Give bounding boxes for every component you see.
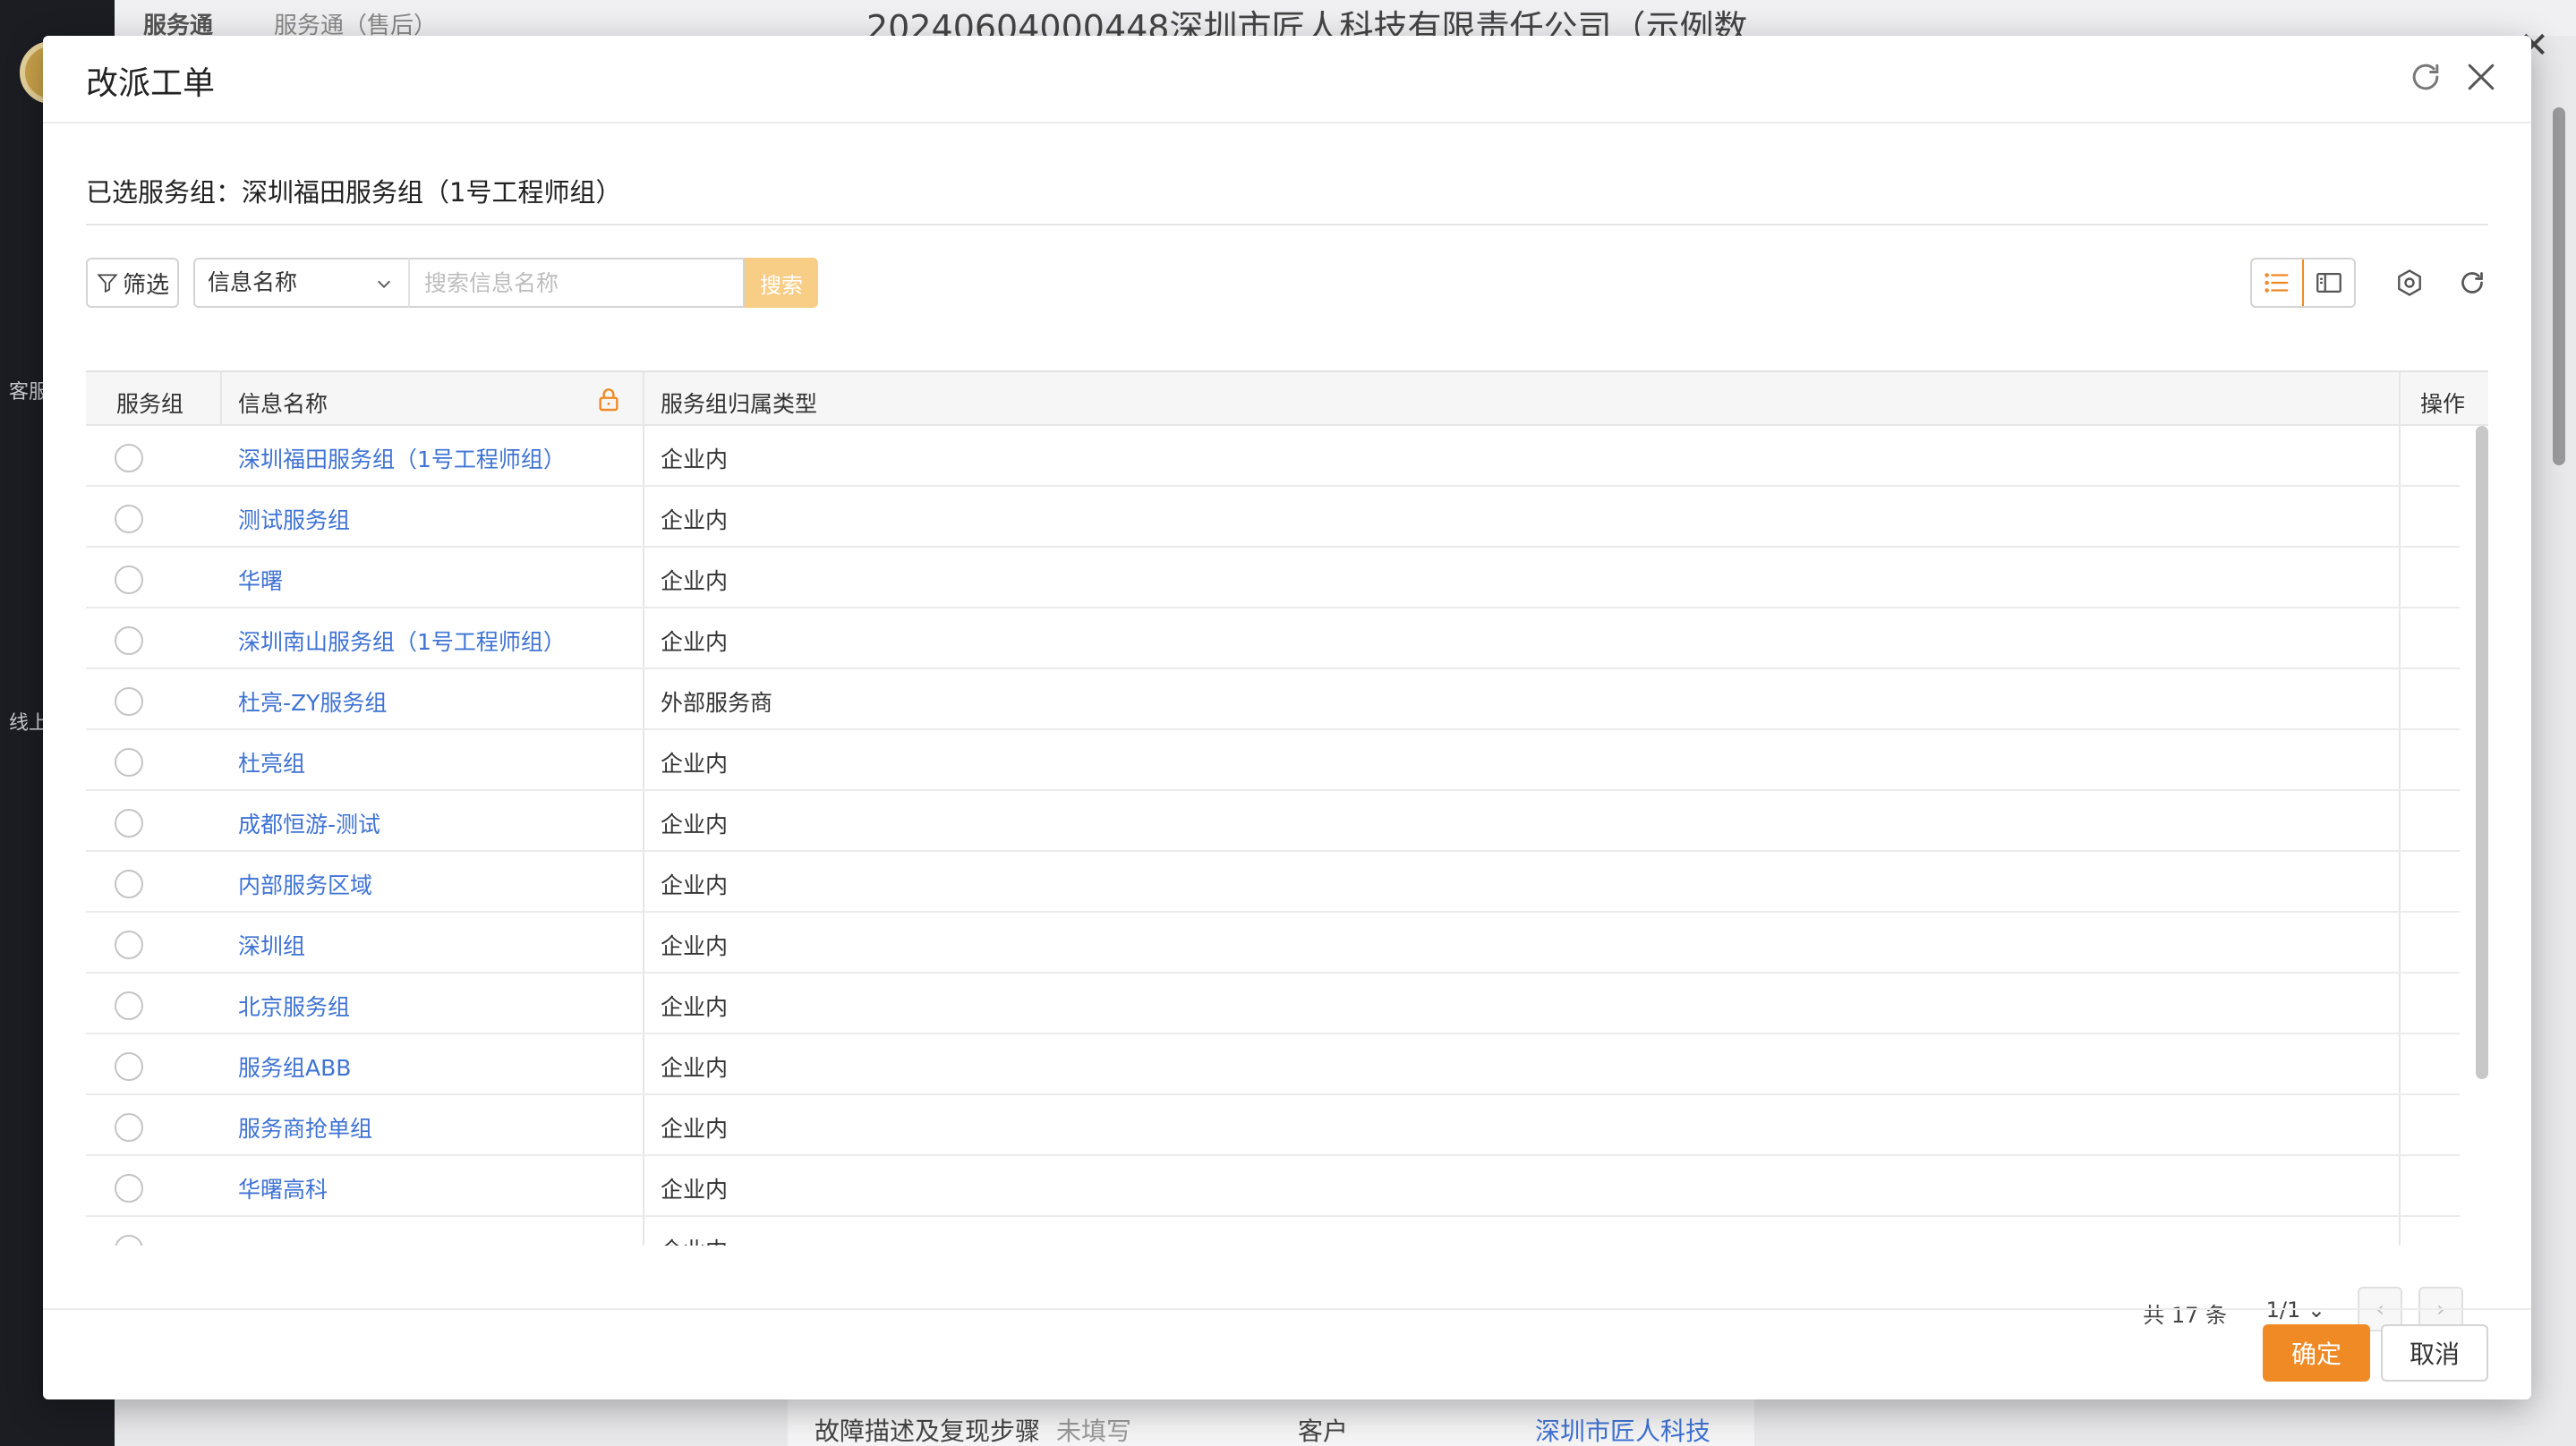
refresh-icon[interactable] — [2406, 57, 2445, 97]
table-row[interactable]: 杜亮组 企业内 — [86, 730, 2460, 791]
row-name-link[interactable]: 测试服务组 — [238, 503, 350, 535]
row-group-type: 企业内 — [661, 1233, 728, 1246]
row-radio[interactable] — [115, 1174, 143, 1203]
row-radio[interactable] — [115, 1235, 143, 1246]
row-name-link[interactable]: 内部服务区域 — [238, 868, 372, 900]
row-radio[interactable] — [115, 505, 143, 533]
selected-group-line: 已选服务组：深圳福田服务组（1号工程师组） — [86, 172, 621, 209]
table-row[interactable]: 企业内 — [86, 1217, 2460, 1246]
row-group-type: 企业内 — [661, 994, 729, 1020]
cancel-button[interactable]: 取消 — [2381, 1324, 2488, 1382]
selected-group-label: 已选服务组： — [86, 177, 243, 208]
row-name-link[interactable]: 服务组ABB — [238, 1050, 351, 1083]
row-name-link[interactable]: 深圳南山服务组（1号工程师组） — [238, 625, 566, 657]
table-row[interactable]: 服务组ABB 企业内 — [86, 1034, 2460, 1095]
modal-title: 改派工单 — [86, 65, 216, 102]
row-group-type: 企业内 — [661, 872, 729, 898]
row-name-link[interactable]: 华曙 — [238, 564, 283, 596]
close-icon[interactable] — [2461, 57, 2501, 97]
row-radio[interactable] — [115, 626, 143, 655]
table-row[interactable]: 华曙 企业内 — [86, 548, 2460, 608]
filter-label: 筛选 — [122, 270, 169, 298]
row-radio[interactable] — [115, 1052, 143, 1081]
table-scrollbar[interactable] — [2476, 426, 2488, 1079]
row-group-type: 企业内 — [661, 812, 729, 838]
row-radio[interactable] — [115, 1113, 143, 1142]
table-row[interactable]: 北京服务组 企业内 — [86, 974, 2460, 1034]
row-name-link[interactable]: 杜亮组 — [238, 746, 305, 778]
search-button[interactable]: 搜索 — [745, 258, 818, 308]
row-group-type: 企业内 — [661, 447, 729, 472]
filter-button[interactable]: 筛选 — [86, 258, 179, 308]
row-radio[interactable] — [115, 566, 143, 594]
table-row[interactable]: 深圳南山服务组（1号工程师组） 企业内 — [86, 608, 2460, 669]
row-radio[interactable] — [115, 991, 143, 1020]
modal-header: 改派工单 — [43, 36, 2531, 123]
split-panel-icon — [2316, 272, 2341, 293]
selected-group-value: 深圳福田服务组（1号工程师组） — [242, 177, 622, 208]
row-group-type: 企业内 — [661, 933, 729, 959]
row-name-link[interactable]: 北京服务组 — [238, 990, 350, 1022]
search-input[interactable] — [408, 258, 745, 308]
row-name-link[interactable]: 杜亮-ZY服务组 — [238, 685, 387, 718]
search-field-select[interactable]: 信息名称 — [193, 258, 408, 308]
search-field-value: 信息名称 — [208, 269, 298, 295]
row-group-type: 企业内 — [661, 1055, 729, 1081]
settings-icon[interactable] — [2393, 267, 2426, 299]
row-name-link[interactable]: 深圳组 — [238, 929, 305, 961]
table-row[interactable]: 深圳组 企业内 — [86, 913, 2460, 974]
row-group-type: 外部服务商 — [661, 690, 773, 716]
row-radio[interactable] — [115, 748, 143, 777]
row-radio[interactable] — [115, 931, 143, 959]
table-row[interactable]: 测试服务组 企业内 — [86, 487, 2460, 548]
reload-icon[interactable] — [2456, 267, 2488, 299]
column-separator — [220, 372, 222, 426]
toolbar: 筛选 信息名称 搜索 — [86, 258, 2488, 308]
row-group-type: 企业内 — [661, 507, 729, 533]
table-row[interactable]: 内部服务区域 企业内 — [86, 852, 2460, 913]
list-view-button[interactable] — [2252, 259, 2304, 306]
row-radio[interactable] — [115, 870, 143, 898]
row-radio[interactable] — [115, 444, 143, 472]
confirm-button[interactable]: 确定 — [2263, 1324, 2370, 1382]
background-topbar: 服务通 服务通（售后） 20240604000448深圳市匠人科技有限责任公司（… — [115, 0, 2576, 47]
row-group-type: 企业内 — [661, 1116, 729, 1142]
row-radio[interactable] — [115, 687, 143, 716]
header-info-name[interactable]: 信息名称 — [238, 387, 328, 419]
table-row[interactable]: 服务商抢单组 企业内 — [86, 1095, 2460, 1156]
row-name-link[interactable]: 深圳福田服务组（1号工程师组） — [238, 442, 566, 474]
row-group-type: 企业内 — [661, 629, 729, 655]
reassign-modal: 改派工单 已选服务组：深圳福田服务组（1号工程师组） 筛选 信息名称 搜索信息名… — [43, 36, 2531, 1399]
table-row[interactable]: 杜亮-ZY服务组 外部服务商 — [86, 669, 2460, 730]
panel-view-button[interactable] — [2304, 259, 2354, 306]
row-radio[interactable] — [115, 809, 143, 838]
header-service-group: 服务组 — [116, 391, 184, 417]
background-scrollbar — [2553, 107, 2565, 465]
modal-footer: 确定 取消 — [43, 1308, 2531, 1399]
row-name-link[interactable]: 华曙高科 — [238, 1172, 328, 1204]
background-bottom-row: 故障描述及复现步骤 未填写 客户 深圳市匠人科技 — [788, 1396, 1754, 1446]
table-row[interactable]: 华曙高科 企业内 — [86, 1156, 2460, 1217]
header-group-type: 服务组归属类型 — [661, 391, 818, 417]
lock-icon[interactable] — [594, 385, 623, 413]
filter-icon — [97, 274, 118, 293]
list-icon — [2265, 273, 2289, 293]
row-group-type: 企业内 — [661, 751, 729, 777]
divider — [86, 224, 2488, 225]
service-group-table: 服务组 信息名称 服务组归属类型 操作 深圳福田服务组（1号工程师组） 企业内 测试… — [86, 370, 2488, 1246]
row-group-type: 企业内 — [661, 568, 729, 594]
chevron-down-icon — [377, 280, 391, 288]
header-actions: 操作 — [2420, 391, 2466, 417]
row-name-link[interactable]: 成都恒游-测试 — [238, 807, 380, 839]
row-name-link[interactable]: 服务商抢单组 — [238, 1111, 372, 1144]
table-row[interactable]: 深圳福田服务组（1号工程师组） 企业内 — [86, 426, 2460, 487]
row-group-type: 企业内 — [661, 1177, 729, 1203]
view-toggle — [2250, 258, 2356, 308]
table-row[interactable]: 成都恒游-测试 企业内 — [86, 791, 2460, 852]
table-header: 服务组 信息名称 服务组归属类型 操作 — [86, 372, 2488, 426]
